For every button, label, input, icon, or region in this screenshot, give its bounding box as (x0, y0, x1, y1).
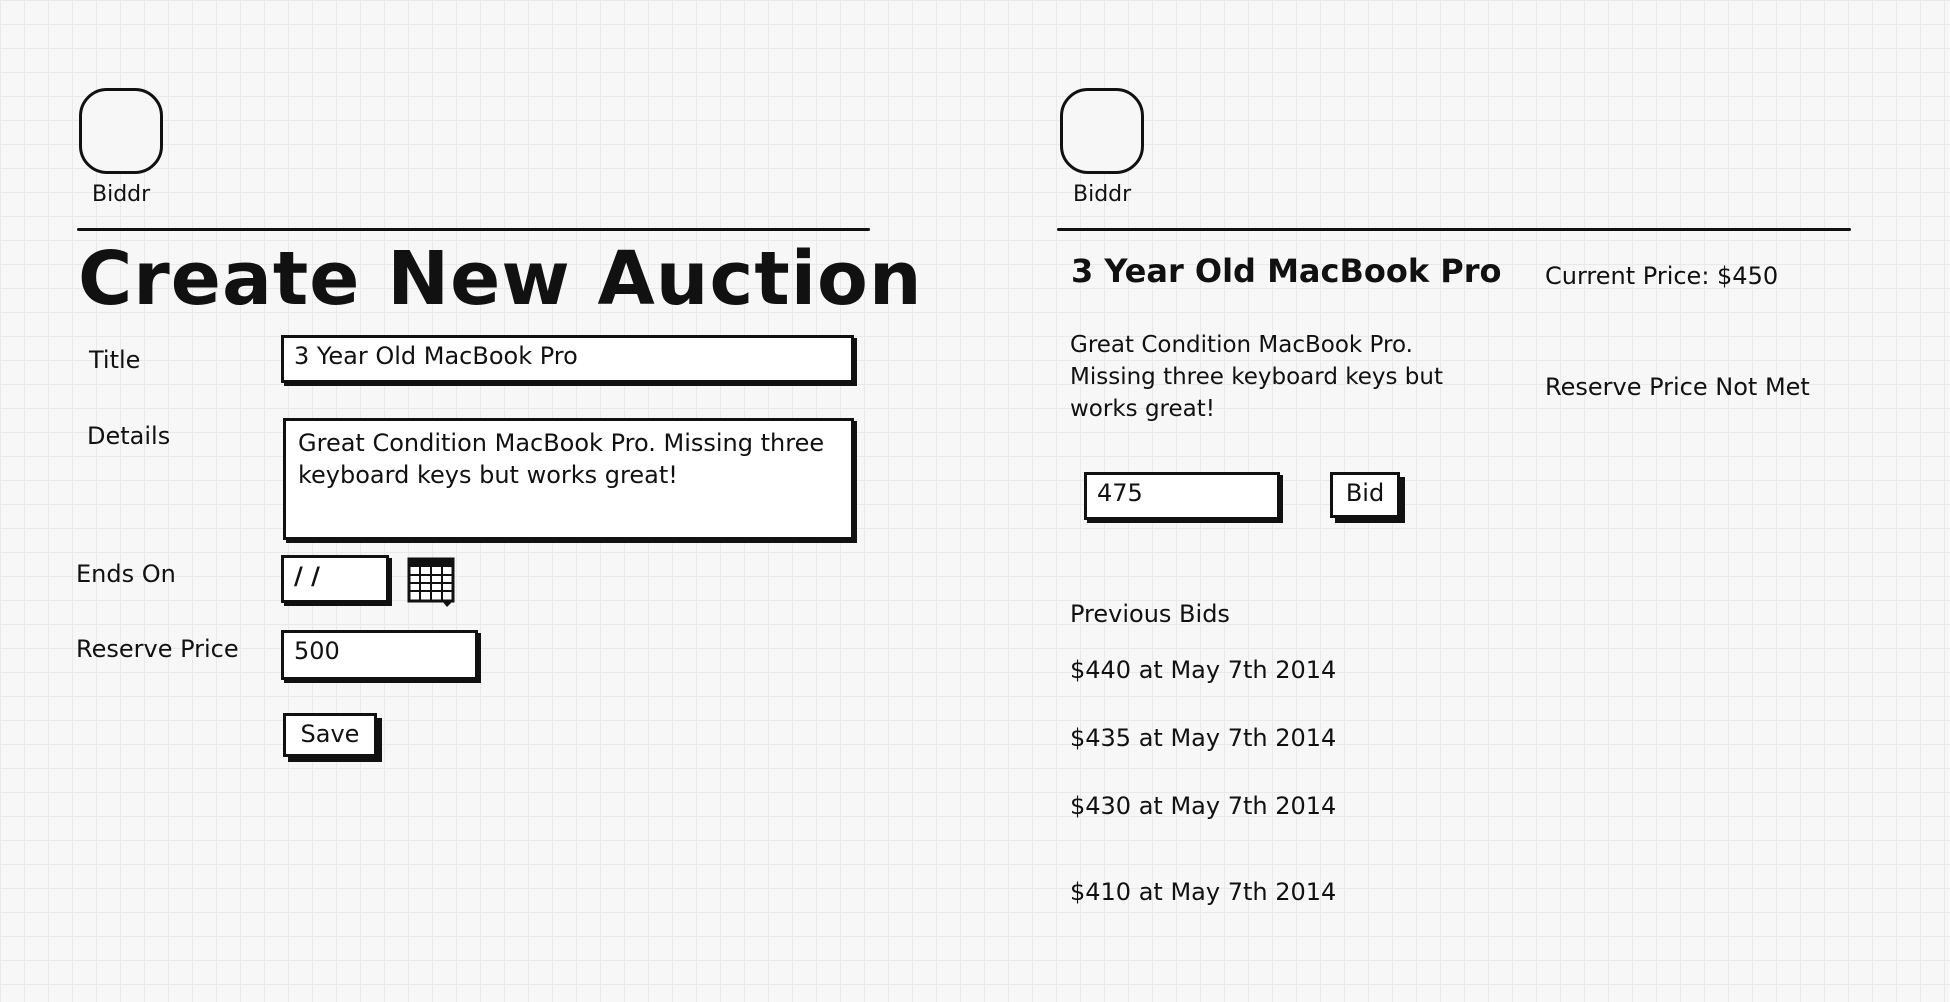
previous-bid-row: $440 at May 7th 2014 (1070, 656, 1337, 684)
header-divider (1057, 228, 1851, 231)
previous-bids-label: Previous Bids (1070, 600, 1230, 628)
current-price-text: Current Price: $450 (1545, 262, 1779, 290)
previous-bid-row: $435 at May 7th 2014 (1070, 724, 1337, 752)
previous-bid-row: $430 at May 7th 2014 (1070, 792, 1337, 820)
header-divider (77, 228, 870, 231)
bid-button[interactable]: Bid (1330, 472, 1400, 518)
title-label: Title (89, 346, 141, 374)
title-input[interactable]: 3 Year Old MacBook Pro (281, 335, 854, 383)
logo-image (1060, 88, 1144, 174)
calendar-icon[interactable] (406, 556, 458, 608)
auction-item-title: 3 Year Old MacBook Pro (1071, 252, 1502, 290)
ends-on-date-input[interactable]: / / (281, 555, 389, 603)
auction-description: Great Condition MacBook Pro. Missing thr… (1070, 332, 1443, 422)
logo-image (79, 88, 163, 174)
reserve-price-input[interactable]: 500 (281, 630, 478, 680)
logo-text: Biddr (92, 182, 151, 207)
page-title: Create New Auction (78, 236, 923, 322)
details-label: Details (87, 422, 171, 450)
save-button[interactable]: Save (283, 713, 377, 757)
previous-bid-row: $410 at May 7th 2014 (1070, 878, 1337, 906)
ends-on-label: Ends On (76, 560, 176, 588)
reserve-price-label: Reserve Price (76, 635, 239, 663)
logo-text: Biddr (1073, 182, 1132, 207)
details-textarea[interactable]: Great Condition MacBook Pro. Missing thr… (283, 418, 854, 540)
reserve-status-text: Reserve Price Not Met (1545, 373, 1810, 401)
bid-amount-input[interactable]: 475 (1084, 472, 1280, 520)
